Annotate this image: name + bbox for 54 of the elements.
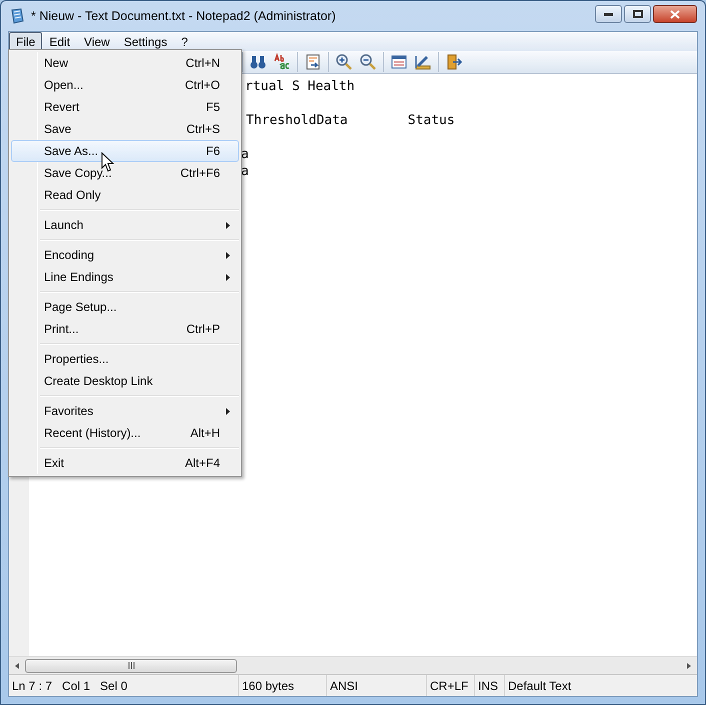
horizontal-scrollbar[interactable] [9,656,697,674]
notepad-icon [9,8,25,24]
menu-item[interactable]: Open... Ctrl+O [11,74,239,96]
close-icon [670,10,680,18]
maximize-button[interactable] [624,5,651,23]
menu-item[interactable]: Save Ctrl+S [11,118,239,140]
grip-icon [128,662,134,669]
close-button[interactable] [653,5,697,23]
menu-bar-item[interactable]: View [77,32,117,51]
menu-item[interactable]: Revert F5 [11,96,239,118]
editor-text: a [241,146,249,163]
menu-item[interactable]: Create Desktop Link [11,370,239,392]
menu-item[interactable]: Properties... [11,348,239,370]
exit-door-icon[interactable] [445,53,463,71]
status-text: Ln 7 : 7 Col 1 Sel 0 [12,678,128,694]
editor-text: a [241,163,249,180]
menu-bar-item[interactable]: ? [174,32,195,51]
menu-item[interactable]: Read Only [11,184,239,206]
window-list-icon[interactable] [390,53,408,71]
menu-item[interactable]: Print... Ctrl+P [11,318,239,340]
menu-item[interactable]: Favorites [11,400,239,422]
menu-item[interactable]: Launch [11,214,239,236]
window-title: * Nieuw - Text Document.txt - Notepad2 (Administrator) [31,8,336,25]
zoom-in-icon[interactable] [335,53,353,71]
status-text: ANSI [330,678,358,694]
menu-bar-item[interactable]: Edit [42,32,78,51]
editor-text: Status [408,112,455,129]
menu-item[interactable]: Line Endings [11,266,239,288]
submenu-arrow-icon [226,252,230,258]
status-text: INS [478,678,498,694]
menu-bar-item[interactable]: File [9,32,42,51]
scrollbar-thumb[interactable] [25,658,237,672]
submenu-arrow-icon [226,222,230,228]
status-text: Default Text [508,678,572,694]
menu-item[interactable]: Encoding [11,244,239,266]
binoculars-icon[interactable] [249,53,267,71]
menu-bar-item[interactable]: Settings [116,32,174,51]
ruler-pencil-icon[interactable] [414,53,432,71]
menu-item[interactable]: Save Copy... Ctrl+F6 [11,162,239,184]
submenu-arrow-icon [226,408,230,414]
maximize-icon [632,10,642,18]
menu-item[interactable]: Exit Alt+F4 [11,452,239,474]
replace-icon[interactable] [273,53,291,71]
minimize-button[interactable] [595,5,622,23]
menu-item[interactable]: Recent (History)... Alt+H [11,422,239,444]
zoom-out-icon[interactable] [359,53,377,71]
status-text: CR+LF [430,678,468,694]
menu-item[interactable]: Save As... F6 [11,140,239,162]
menu-item[interactable]: Page Setup... [11,296,239,318]
submenu-arrow-icon [226,274,230,280]
status-text: 160 bytes [242,678,294,694]
editor-text: rtual S Health [245,78,355,95]
editor-text: ThresholdData [246,112,348,129]
minimize-icon [604,12,613,16]
